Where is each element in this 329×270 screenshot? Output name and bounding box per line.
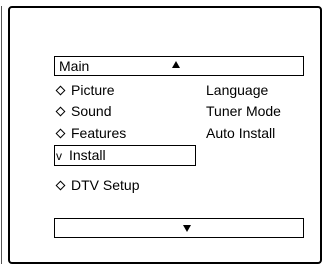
menu-title: Main [59,58,90,74]
menu-item-label: DTV Setup [71,177,140,193]
menu-item-features[interactable]: Features [54,123,126,143]
scroll-up-arrow-icon[interactable] [172,61,180,68]
diamond-bullet-icon [55,180,66,191]
diamond-bullet-icon [55,128,66,139]
menu-item-picture[interactable]: Picture [54,80,115,100]
menu-item-label: Features [71,125,127,141]
submenu-item-language[interactable]: Language [206,80,268,100]
menu-item-label: Sound [71,103,112,119]
menu-header-bar: Main [54,56,304,76]
scroll-down-arrow-icon[interactable] [183,225,191,232]
submenu-item-tuner-mode[interactable]: Tuner Mode [206,101,281,121]
menu-item-dtv-setup[interactable]: DTV Setup [54,175,139,195]
diamond-bullet-icon [55,85,66,96]
menu-item-label: Picture [71,82,115,98]
menu-item-label: Install [69,147,106,163]
menu-item-install[interactable]: v Install [54,145,196,166]
submenu-item-auto-install[interactable]: Auto Install [206,123,275,143]
menu-footer-bar [54,218,304,238]
side-rule-divider [1,6,2,264]
checkmark-icon: v [56,149,62,163]
menu-item-sound[interactable]: Sound [54,101,111,121]
diamond-bullet-icon [55,106,66,117]
